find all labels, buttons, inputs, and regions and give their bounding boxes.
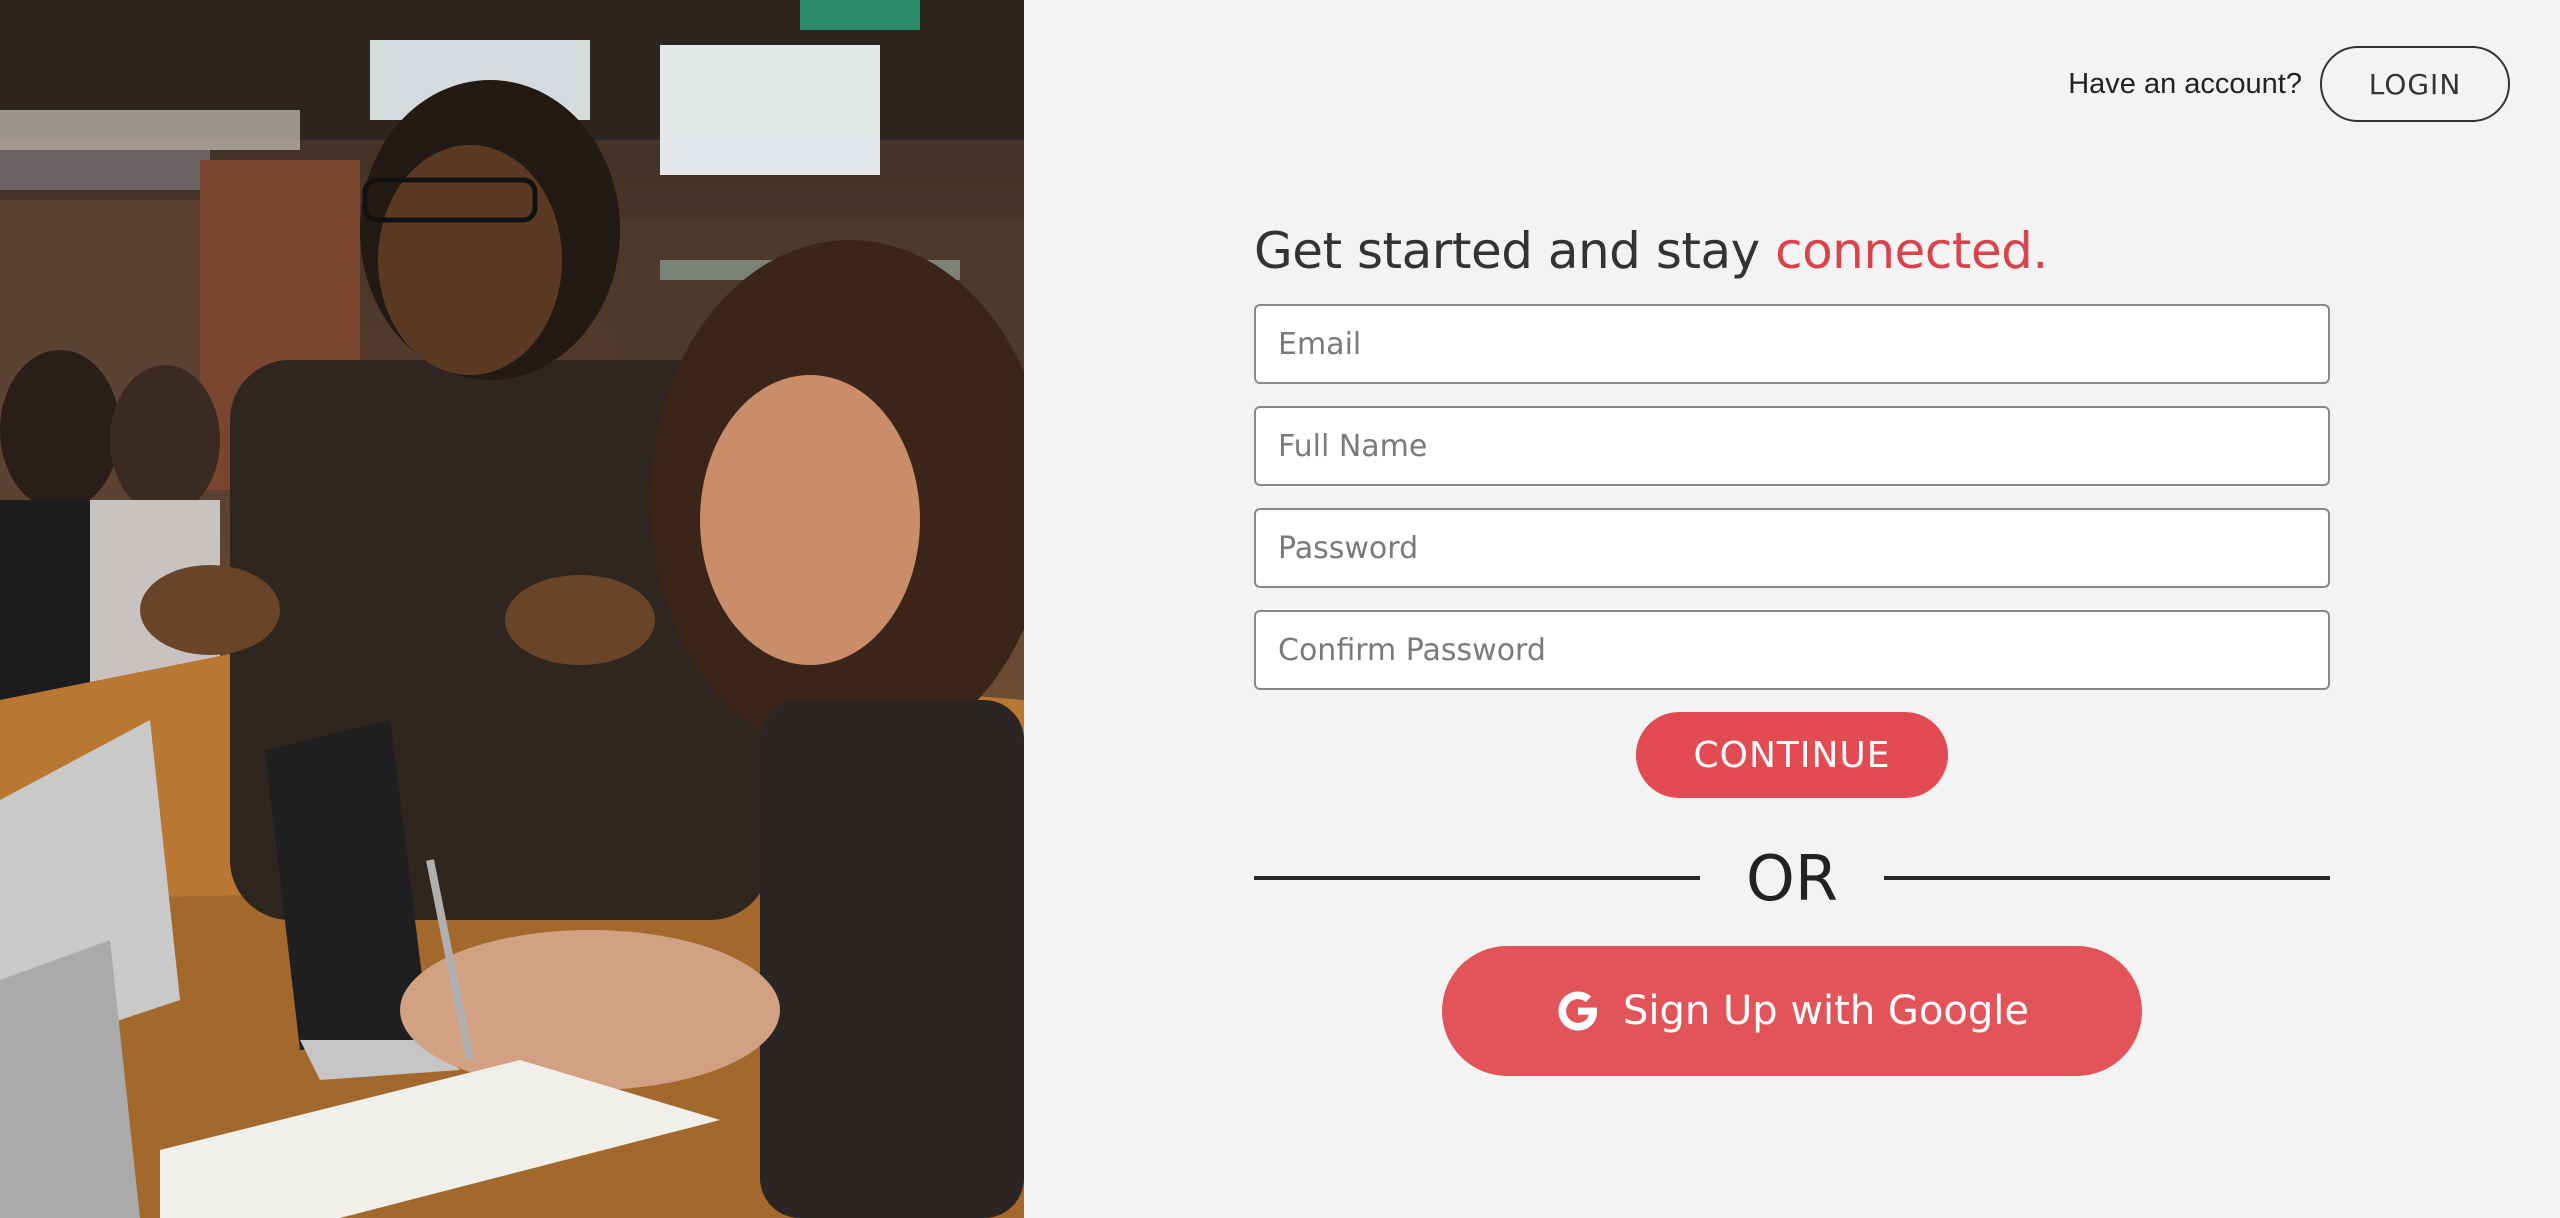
login-prompt: Have an account? LOGIN bbox=[2068, 45, 2510, 123]
divider-line-right bbox=[1884, 876, 2330, 880]
confirm-password-field[interactable] bbox=[1254, 610, 2330, 690]
have-account-text: Have an account? bbox=[2068, 67, 2302, 100]
signup-form: Get started and stay connected. CONTINUE… bbox=[1254, 222, 2330, 1076]
or-divider: OR bbox=[1254, 842, 2330, 915]
full-name-field[interactable] bbox=[1254, 406, 2330, 486]
email-field[interactable] bbox=[1254, 304, 2330, 384]
hero-photo bbox=[0, 0, 1024, 1218]
login-button[interactable]: LOGIN bbox=[2320, 46, 2510, 122]
google-wrapper: Sign Up with Google bbox=[1254, 946, 2330, 1076]
hero-photo-illustration bbox=[0, 0, 1024, 1218]
google-signup-button[interactable]: Sign Up with Google bbox=[1442, 946, 2142, 1076]
page-title: Get started and stay connected. bbox=[1254, 222, 2330, 280]
continue-wrapper: CONTINUE bbox=[1254, 712, 2330, 798]
continue-button[interactable]: CONTINUE bbox=[1636, 712, 1948, 798]
headline-main: Get started and stay bbox=[1254, 222, 1776, 280]
password-field[interactable] bbox=[1254, 508, 2330, 588]
google-signup-label: Sign Up with Google bbox=[1623, 988, 2029, 1034]
google-g-icon bbox=[1555, 988, 1601, 1034]
headline-accent: connected. bbox=[1775, 222, 2048, 280]
or-label: OR bbox=[1746, 841, 1838, 915]
divider-line-left bbox=[1254, 876, 1700, 880]
